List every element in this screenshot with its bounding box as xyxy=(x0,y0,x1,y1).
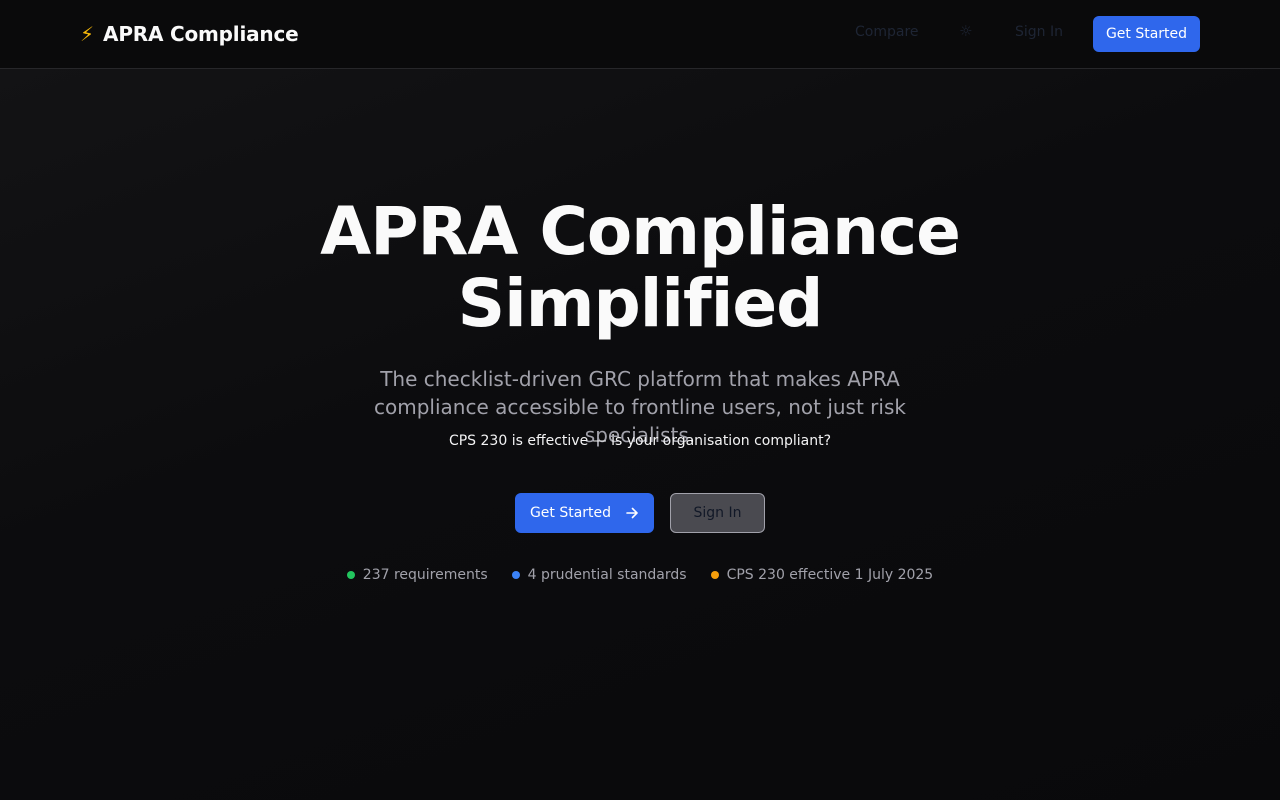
status-dot-green xyxy=(346,571,355,579)
stat-requirements: 237 requirements xyxy=(346,565,488,585)
stat-cps230-effective: CPS 230 effective 1 July 2025 xyxy=(710,565,934,585)
status-dot-orange xyxy=(710,571,719,579)
cps230-notice: CPS 230 is effective — is your organisat… xyxy=(448,433,832,449)
get-started-label: Get Started xyxy=(529,505,612,521)
hero-title-line-1: APRA Compliance xyxy=(320,193,961,270)
nav-link-compare[interactable]: Compare xyxy=(855,24,919,40)
hero-title-line-2: Simplified xyxy=(457,265,824,342)
lightning-icon: ⚡ xyxy=(80,22,95,46)
arrow-right-icon xyxy=(626,507,638,519)
stat-label: 4 prudential standards xyxy=(527,567,687,583)
stat-prudential-standards: 4 prudential standards xyxy=(511,565,687,585)
nav-link-sign-in[interactable]: Sign In xyxy=(1015,24,1063,40)
sun-icon[interactable]: ☼ xyxy=(959,22,972,40)
stat-label: CPS 230 effective 1 July 2025 xyxy=(726,567,934,583)
brand-name: APRA Compliance xyxy=(103,22,299,46)
stats-row: 237 requirements 4 prudential standards … xyxy=(0,565,1280,585)
top-navbar: ⚡ APRA Compliance Compare ☼ Sign In Get … xyxy=(0,0,1280,69)
nav-get-started-button[interactable]: Get Started xyxy=(1093,16,1200,52)
stat-label: 237 requirements xyxy=(362,567,488,583)
hero-title: APRA Compliance Simplified xyxy=(0,196,1280,340)
status-dot-blue xyxy=(511,571,520,579)
sign-in-button[interactable]: Sign In xyxy=(670,493,765,533)
get-started-button[interactable]: Get Started xyxy=(515,493,654,533)
brand-logo-link[interactable]: ⚡ APRA Compliance xyxy=(80,20,299,48)
